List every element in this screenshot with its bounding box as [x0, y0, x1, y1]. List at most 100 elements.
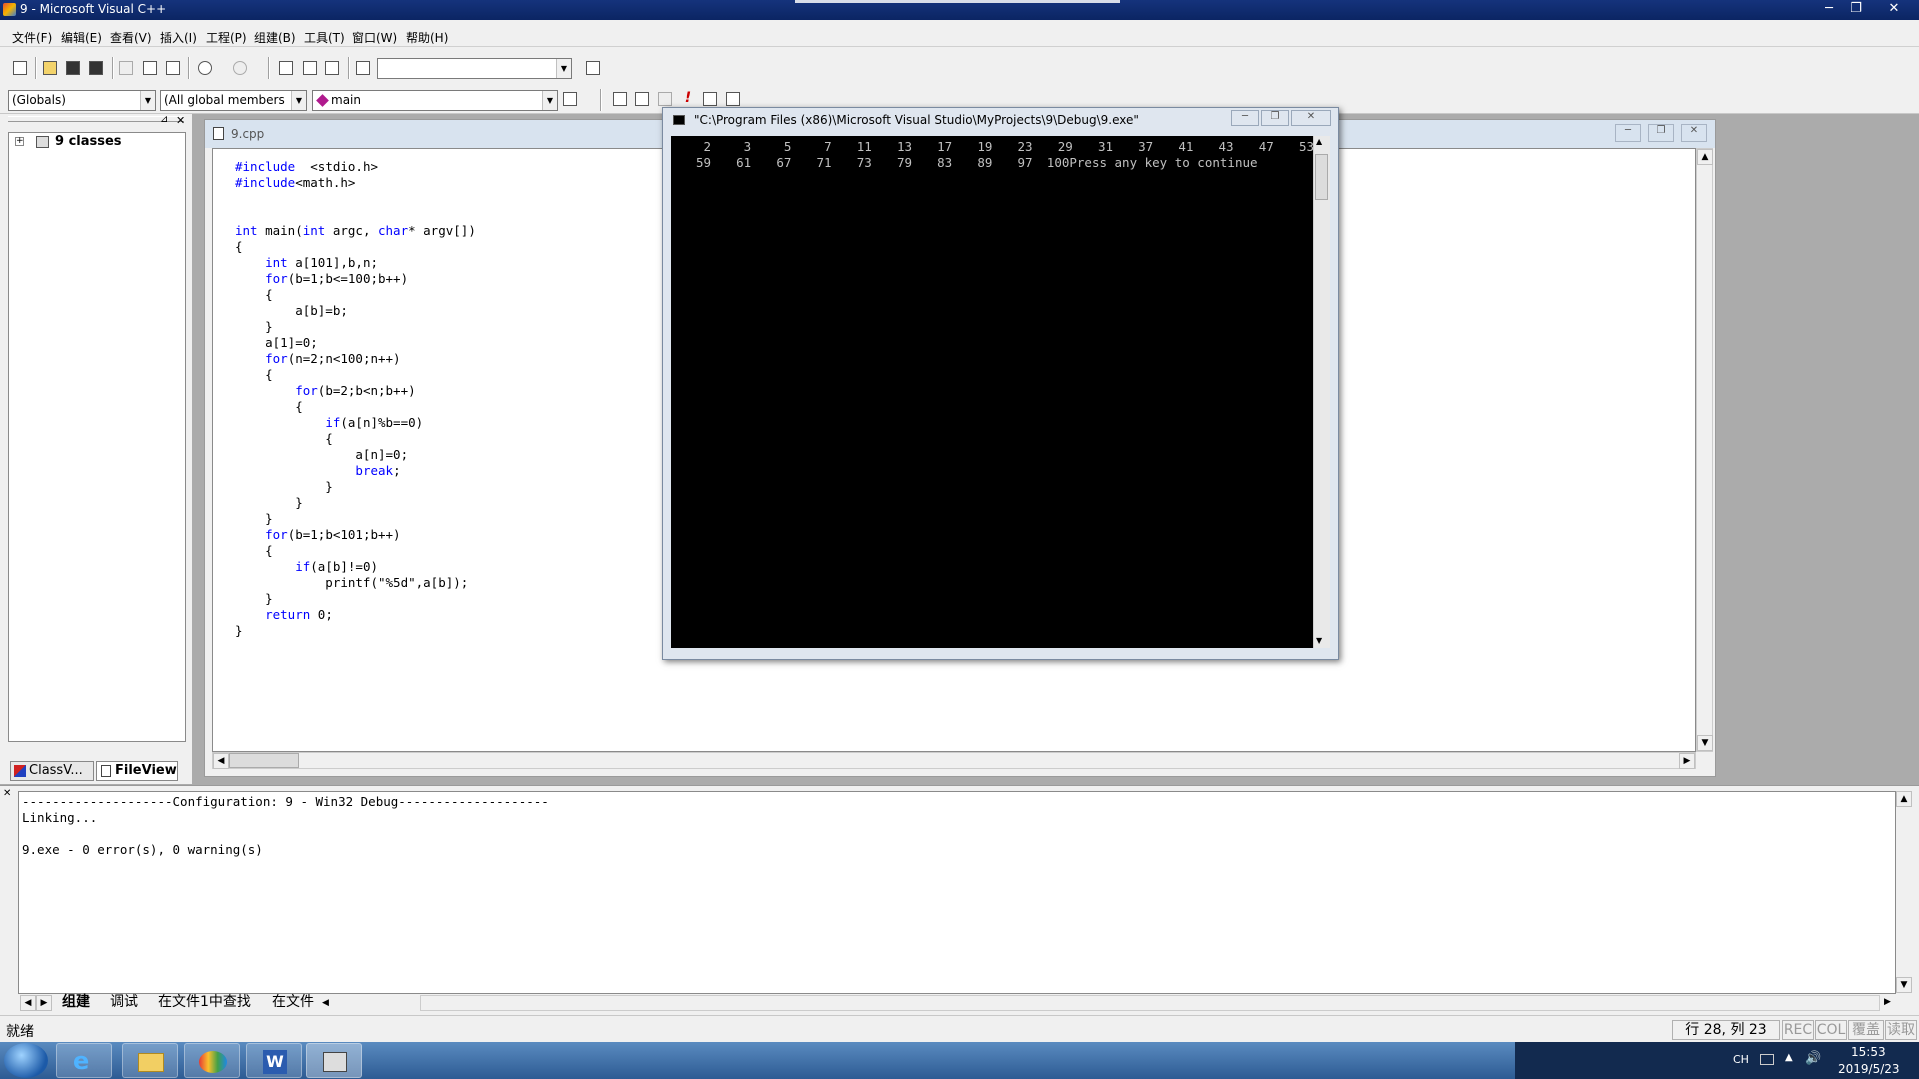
- compile-icon[interactable]: [610, 89, 630, 109]
- output-toggle-icon[interactable]: [300, 58, 320, 78]
- menu-tools[interactable]: 工具(T): [304, 29, 345, 46]
- tab-classview[interactable]: ClassV...: [10, 761, 94, 781]
- menu-help[interactable]: 帮助(H): [406, 29, 448, 46]
- pane-gripper[interactable]: [8, 116, 184, 122]
- build-icon[interactable]: [632, 89, 652, 109]
- scroll-down-icon[interactable]: ▼: [1896, 977, 1912, 993]
- cut-icon[interactable]: [116, 58, 136, 78]
- menu-file[interactable]: 文件(F): [12, 29, 52, 46]
- find-combo[interactable]: ▼: [377, 58, 572, 79]
- stop-build-icon[interactable]: [655, 89, 675, 109]
- output-vertical-scrollbar[interactable]: ▲ ▼: [1896, 791, 1913, 994]
- taskbar-word-icon[interactable]: W: [246, 1043, 302, 1078]
- tab-find-in-files-1[interactable]: 在文件1中查找: [158, 994, 251, 1012]
- execute-icon[interactable]: !: [678, 89, 698, 109]
- scroll-down-icon[interactable]: ▼: [1697, 735, 1713, 751]
- scroll-right-icon[interactable]: ▶: [1679, 753, 1695, 769]
- scroll-up-icon[interactable]: ▲: [1316, 137, 1322, 146]
- output-line: 9.exe - 0 error(s), 0 warning(s): [22, 842, 263, 857]
- class-tree[interactable]: + 9 classes: [8, 132, 186, 742]
- undo-icon[interactable]: [195, 58, 215, 78]
- editor-minimize-button[interactable]: ─: [1615, 124, 1641, 142]
- find-binoculars-icon[interactable]: [583, 58, 603, 78]
- chevron-down-icon[interactable]: ▼: [140, 91, 155, 110]
- tab-strip-scroll-icon[interactable]: ◀: [322, 998, 329, 1008]
- redo-icon[interactable]: [230, 58, 250, 78]
- scroll-up-icon[interactable]: ▲: [1896, 791, 1912, 807]
- clock-date[interactable]: 2019/5/23: [1838, 1062, 1900, 1076]
- editor-vertical-scrollbar[interactable]: ▲ ▼: [1696, 148, 1713, 752]
- members-combo[interactable]: (All global members ▼: [160, 90, 307, 111]
- save-all-icon[interactable]: [86, 58, 106, 78]
- copy-icon[interactable]: [140, 58, 160, 78]
- menu-view[interactable]: 查看(V): [110, 29, 152, 46]
- clock-time[interactable]: 15:53: [1851, 1045, 1886, 1059]
- visual-cpp-app-icon[interactable]: [3, 3, 16, 16]
- output-horizontal-scrollbar[interactable]: [420, 995, 1880, 1011]
- taskbar-explorer-icon[interactable]: [122, 1043, 178, 1078]
- tab-fileview[interactable]: FileView: [96, 761, 178, 781]
- chevron-down-icon[interactable]: ▼: [542, 91, 557, 110]
- new-file-icon[interactable]: [10, 58, 30, 78]
- menu-project[interactable]: 工程(P): [206, 29, 247, 46]
- restore-button[interactable]: ❐: [1838, 0, 1874, 18]
- build-output[interactable]: --------------------Configuration: 9 - W…: [18, 791, 1896, 994]
- hscroll-thumb[interactable]: [229, 753, 299, 768]
- console-prime-value: 89: [977, 155, 993, 170]
- taskbar-media-icon[interactable]: [184, 1043, 240, 1078]
- tab-find-in-files-2[interactable]: 在文件: [272, 994, 314, 1012]
- taskbar-ie-icon[interactable]: e: [56, 1043, 112, 1078]
- open-folder-icon[interactable]: [40, 58, 60, 78]
- tree-root-label[interactable]: 9 classes: [55, 134, 122, 149]
- console-title-bar[interactable]: "C:\Program Files (x86)\Microsoft Visual…: [663, 108, 1338, 132]
- menu-insert[interactable]: 插入(I): [160, 29, 197, 46]
- taskbar-vc-icon[interactable]: [306, 1043, 362, 1078]
- editor-restore-button[interactable]: ❐: [1648, 124, 1674, 142]
- go-icon[interactable]: [700, 89, 720, 109]
- language-indicator[interactable]: CH: [1733, 1053, 1749, 1066]
- wizard-action-icon[interactable]: [560, 89, 580, 109]
- menu-build[interactable]: 组建(B): [254, 29, 296, 46]
- volume-icon[interactable]: 🔊: [1805, 1051, 1821, 1066]
- output-line: --------------------Configuration: 9 - W…: [22, 794, 549, 809]
- breakpoint-hand-icon[interactable]: [723, 89, 743, 109]
- tab-debug[interactable]: 调试: [110, 994, 138, 1012]
- menu-window[interactable]: 窗口(W): [352, 29, 397, 46]
- editor-close-button[interactable]: ✕: [1681, 124, 1707, 142]
- scroll-down-icon[interactable]: ▼: [1316, 636, 1322, 645]
- workspace-toggle-icon[interactable]: [276, 58, 296, 78]
- console-title: "C:\Program Files (x86)\Microsoft Visual…: [694, 113, 1139, 127]
- tab-build[interactable]: 组建: [62, 994, 90, 1012]
- chevron-down-icon[interactable]: ▼: [291, 91, 306, 110]
- console-scrollbar[interactable]: ▲ ▼: [1313, 136, 1330, 648]
- console-minimize-button[interactable]: ─: [1231, 110, 1259, 126]
- scroll-up-icon[interactable]: ▲: [1697, 149, 1713, 165]
- function-combo[interactable]: main ▼: [312, 90, 558, 111]
- window-list-icon[interactable]: [322, 58, 342, 78]
- console-app-icon: [673, 115, 685, 125]
- console-prime-value: 2: [703, 139, 711, 154]
- tab-scroll-right-icon[interactable]: ▶: [36, 995, 52, 1011]
- pane-pin-icon[interactable]: ⊿: [160, 114, 168, 125]
- start-orb-icon[interactable]: [4, 1043, 48, 1078]
- scroll-right-icon[interactable]: ▶: [1884, 997, 1891, 1007]
- close-button[interactable]: ✕: [1876, 0, 1912, 18]
- chevron-down-icon[interactable]: ▼: [556, 59, 571, 78]
- console-scroll-thumb[interactable]: [1315, 154, 1328, 200]
- tray-expand-icon[interactable]: ▲: [1785, 1052, 1793, 1063]
- save-icon[interactable]: [63, 58, 83, 78]
- find-in-files-icon[interactable]: [353, 58, 373, 78]
- console-maximize-button[interactable]: ❐: [1261, 110, 1289, 126]
- editor-horizontal-scrollbar[interactable]: ◀ ▶: [212, 752, 1696, 769]
- output-close-icon[interactable]: ✕: [3, 788, 11, 799]
- tab-scroll-left-icon[interactable]: ◀: [20, 995, 36, 1011]
- menu-edit[interactable]: 编辑(E): [61, 29, 102, 46]
- scroll-left-icon[interactable]: ◀: [213, 753, 229, 769]
- expand-icon[interactable]: +: [15, 137, 24, 146]
- console-prime-value: 17: [937, 139, 953, 154]
- keyboard-icon[interactable]: [1760, 1054, 1774, 1065]
- paste-icon[interactable]: [163, 58, 183, 78]
- console-close-button[interactable]: ✕: [1291, 110, 1331, 126]
- globals-combo[interactable]: (Globals) ▼: [8, 90, 156, 111]
- pane-close-icon[interactable]: ✕: [176, 114, 185, 127]
